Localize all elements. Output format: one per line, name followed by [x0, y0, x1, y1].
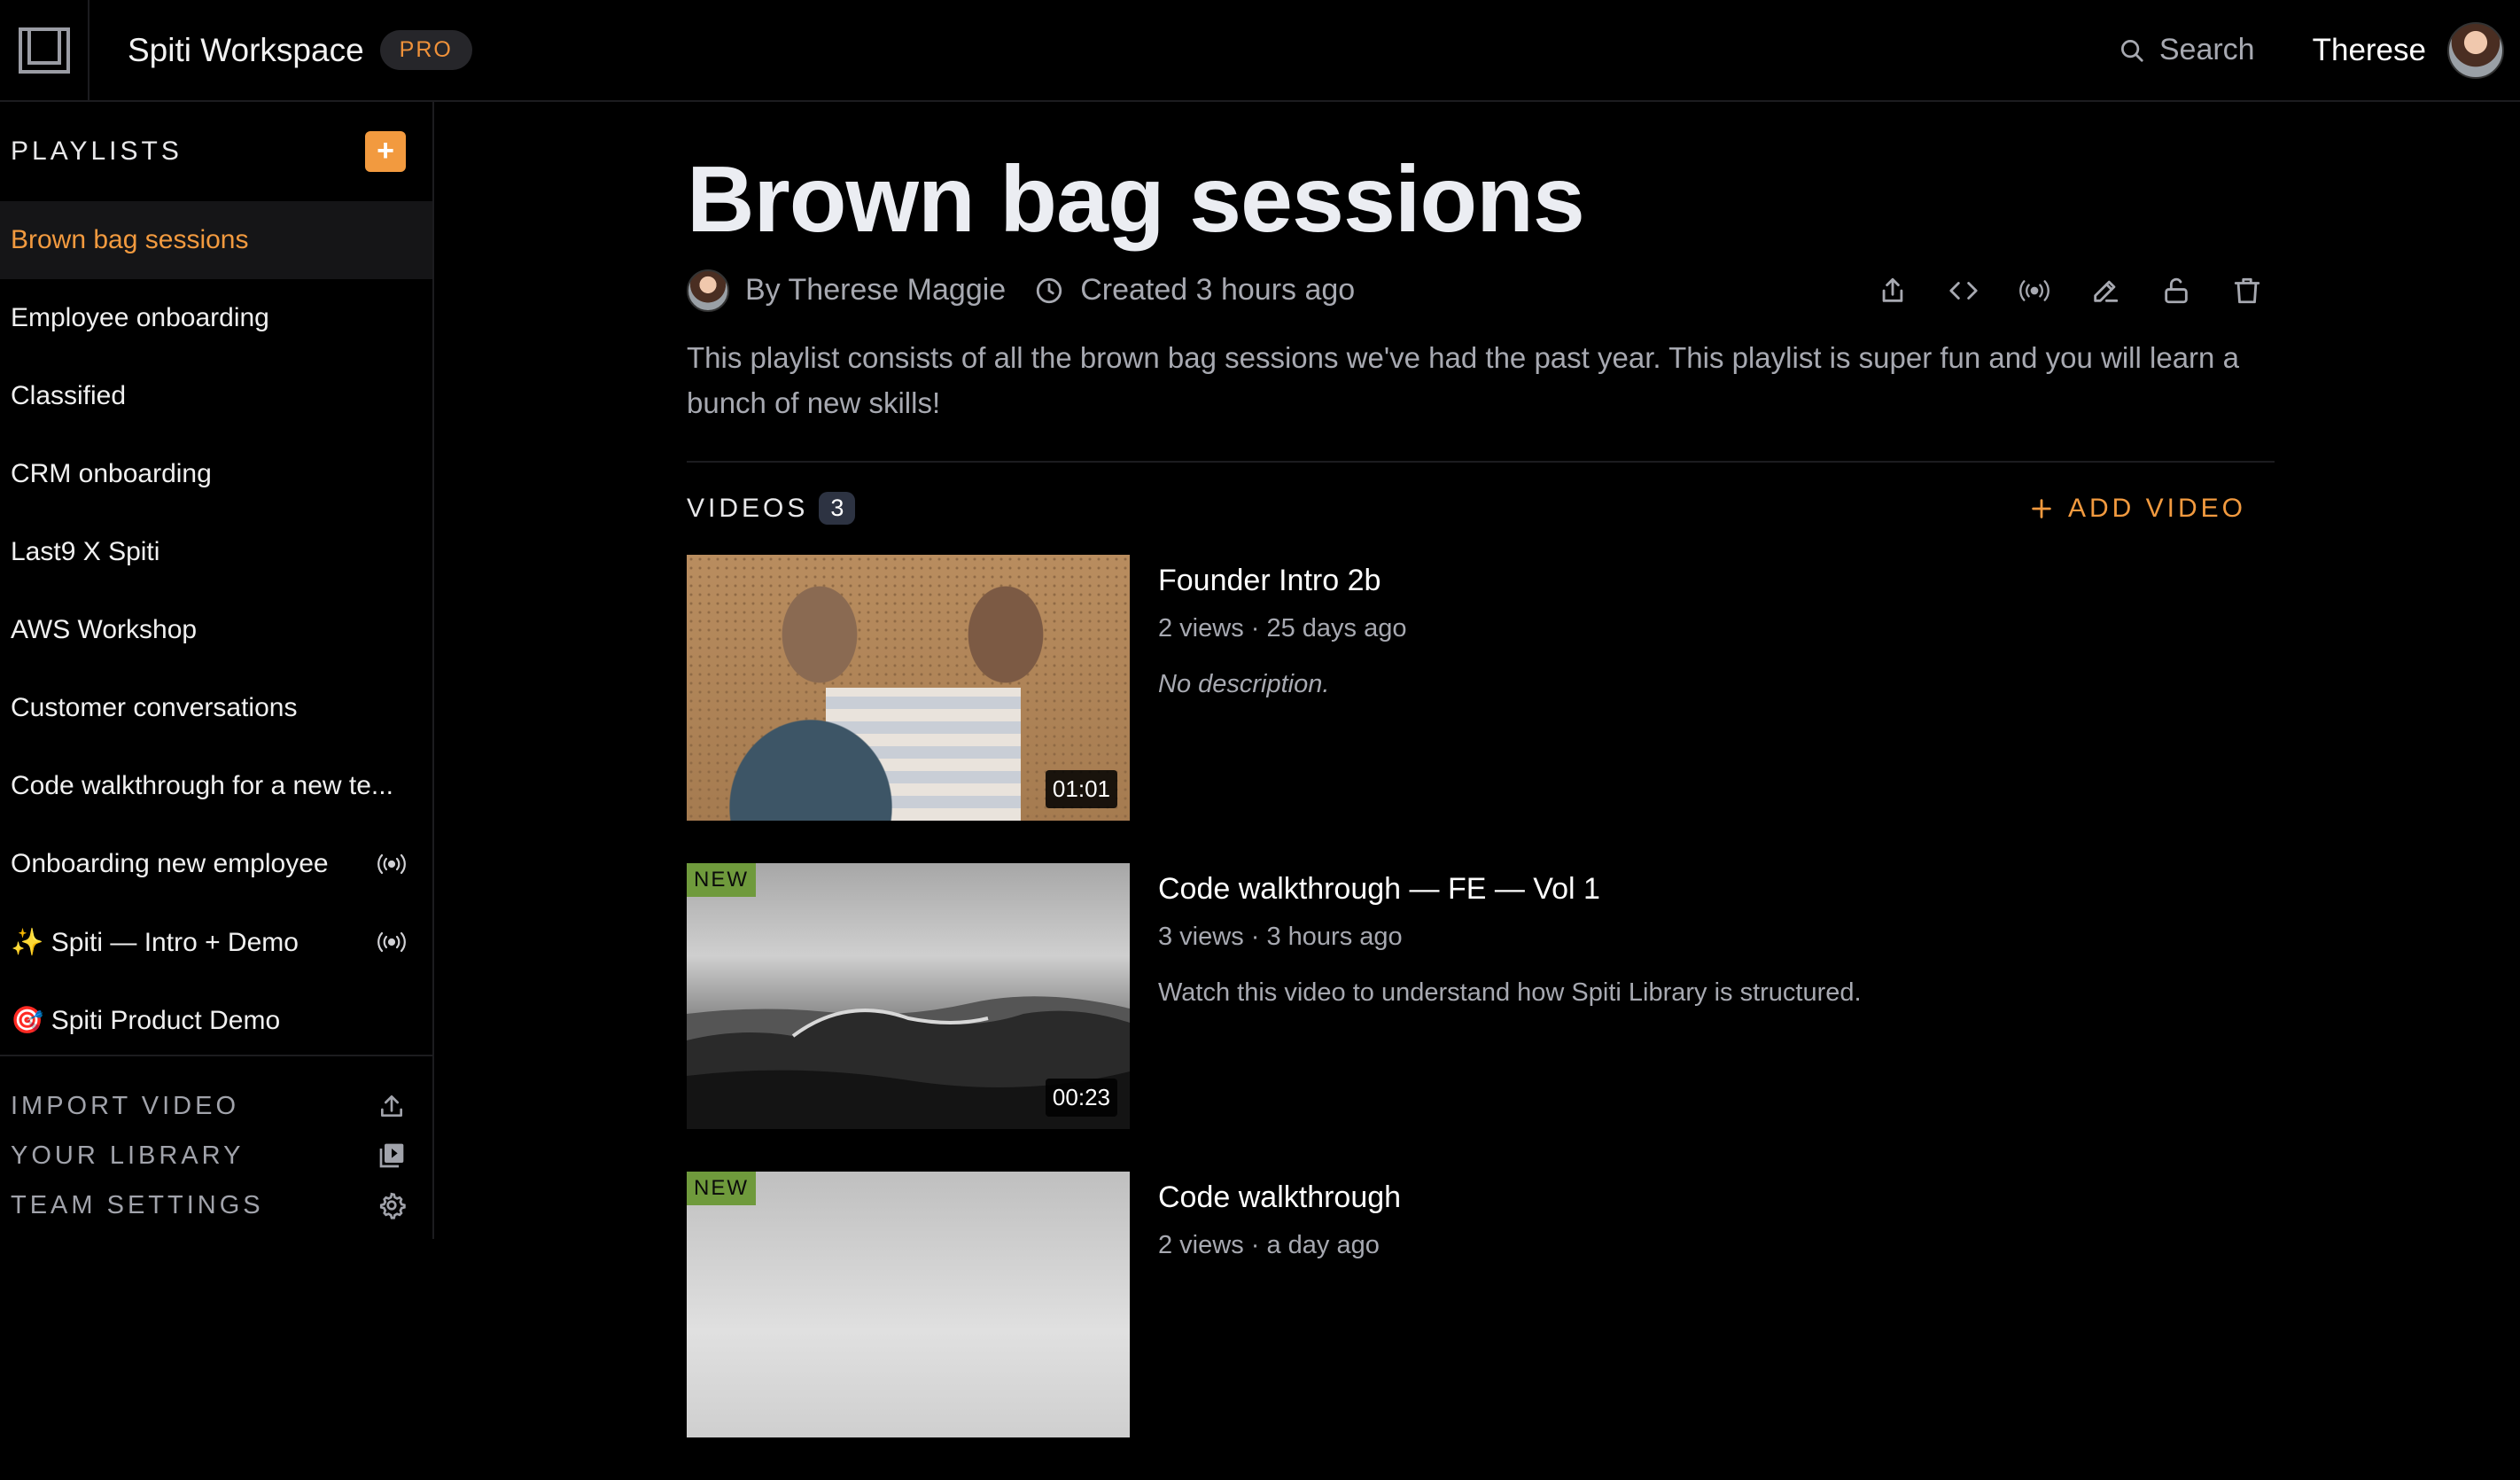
playlist-item[interactable]: AWS Workshop [0, 591, 432, 669]
playlists-heading: PLAYLISTS [11, 136, 183, 166]
search-icon [2120, 39, 2143, 62]
playlist-item[interactable]: Code walkthrough for a new te... [0, 747, 432, 825]
playlist-item-label: Employee onboarding [11, 303, 269, 332]
add-video-label: ADD VIDEO [2067, 493, 2246, 523]
playlist-item-label: Customer conversations [11, 693, 298, 722]
new-badge: NEW [687, 1171, 756, 1205]
playlist-item[interactable]: Last9 X Spiti [0, 513, 432, 591]
user-name[interactable]: Therese [2313, 33, 2426, 68]
playlist-item[interactable]: ✨ Spiti — Intro + Demo [0, 903, 432, 981]
video-row[interactable]: NEW 00:23 Code walkthrough — FE — Vol 1 … [687, 862, 2275, 1129]
playlist-item-label: Onboarding new employee [11, 849, 329, 878]
video-meta: 3 views · 3 hours ago [1158, 922, 1403, 951]
upload-icon [381, 1095, 402, 1117]
gear-icon [379, 1192, 406, 1219]
author-label: By Therese Maggie [745, 273, 1007, 308]
playlist-item[interactable]: Customer conversations [0, 669, 432, 747]
playlist-item[interactable]: Classified [0, 357, 432, 435]
video-duration: 01:01 [1045, 769, 1117, 808]
playlist-description: This playlist consists of all the brown … [687, 340, 2239, 419]
team-settings-button[interactable]: TEAM SETTINGS [0, 1180, 432, 1230]
live-broadcast-icon [377, 853, 406, 875]
video-duration: 00:23 [1045, 1078, 1117, 1117]
new-badge: NEW [687, 862, 756, 897]
video-row[interactable]: NEW Code walkthrough 2 views · a day ago [687, 1171, 2275, 1437]
page-title: Brown bag sessions [687, 147, 1585, 252]
library-icon [379, 1143, 404, 1168]
your-library-button[interactable]: YOUR LIBRARY [0, 1131, 432, 1180]
trash-icon[interactable] [2232, 276, 2262, 306]
playlist-item-label: Last9 X Spiti [11, 537, 160, 566]
search-button[interactable]: Search [2119, 33, 2255, 67]
playlist-item-label: Classified [11, 381, 127, 410]
playlist-item[interactable]: Employee onboarding [0, 279, 432, 357]
add-video-button[interactable]: ADD VIDEO [2029, 494, 2246, 524]
live-broadcast-icon [377, 931, 406, 953]
video-row[interactable]: 01:01 Founder Intro 2b 2 views · 25 days… [687, 554, 2275, 821]
videos-heading: VIDEOS [687, 493, 809, 523]
playlist-item-label: Brown bag sessions [11, 225, 249, 254]
playlist-meta: By Therese Maggie Created 3 hours ago [687, 266, 2275, 315]
sidebar: PLAYLISTS + Brown bag sessions Employee … [0, 102, 434, 1239]
playlist-item[interactable]: Brown bag sessions [0, 201, 432, 279]
video-description: Watch this video to understand how Spiti… [1158, 978, 1862, 1007]
add-playlist-button[interactable]: + [365, 131, 406, 172]
playlist-item[interactable]: Onboarding new employee [0, 825, 432, 903]
video-description: No description. [1158, 669, 1330, 698]
playlist-item[interactable]: 🎯 Spiti Product Demo [0, 981, 432, 1059]
unlock-icon[interactable] [2161, 276, 2191, 306]
team-settings-label: TEAM SETTINGS [11, 1190, 264, 1219]
workspace-name[interactable]: Spiti Workspace [128, 32, 364, 69]
video-title[interactable]: Code walkthrough — FE — Vol 1 [1158, 872, 1862, 907]
edit-icon[interactable] [2090, 276, 2120, 306]
created-label: Created 3 hours ago [1080, 273, 1356, 308]
playlists-header: PLAYLISTS + [0, 102, 432, 201]
video-thumbnail[interactable]: 01:01 [687, 554, 1130, 821]
your-library-label: YOUR LIBRARY [11, 1141, 245, 1170]
playlist-item-label: 🎯 Spiti Product Demo [11, 1005, 281, 1035]
clock-icon [1037, 277, 1062, 303]
video-thumbnail[interactable]: NEW [687, 1171, 1130, 1437]
search-label: Search [2158, 33, 2255, 66]
embed-code-icon[interactable] [1948, 276, 1979, 306]
plus-icon [2032, 498, 2051, 518]
playlist-detail: Brown bag sessions By Therese Maggie Cre… [687, 102, 2275, 1480]
import-video-label: IMPORT VIDEO [11, 1091, 240, 1120]
sidebar-footer: IMPORT VIDEO YOUR LIBRARY TEAM SETTINGS [0, 1055, 432, 1239]
videos-header: VIDEOS 3 ADD VIDEO [687, 463, 2275, 555]
app-logo[interactable] [0, 0, 89, 101]
video-meta: 2 views · 25 days ago [1158, 613, 1407, 643]
import-video-button[interactable]: IMPORT VIDEO [0, 1081, 432, 1131]
broadcast-icon[interactable] [2019, 276, 2049, 306]
share-icon[interactable] [1878, 276, 1908, 306]
top-bar: Spiti Workspace PRO Search Therese [0, 0, 2520, 102]
video-title[interactable]: Founder Intro 2b [1158, 564, 1406, 598]
playlist-actions [1878, 276, 2262, 306]
playlist-item-label: AWS Workshop [11, 615, 198, 644]
author-avatar [687, 269, 729, 312]
plan-badge: PRO [379, 30, 472, 70]
video-thumbnail[interactable]: NEW 00:23 [687, 862, 1130, 1129]
playlist-list: Brown bag sessions Employee onboarding C… [0, 201, 432, 1059]
playlist-item-label: Code walkthrough for a new te... [11, 771, 393, 800]
videos-count-badge: 3 [819, 492, 856, 526]
video-meta: 2 views · a day ago [1158, 1230, 1380, 1259]
logo-icon [18, 27, 70, 74]
playlist-item-label: ✨ Spiti — Intro + Demo [11, 927, 299, 957]
video-title[interactable]: Code walkthrough [1158, 1180, 1401, 1215]
playlist-item-label: CRM onboarding [11, 459, 212, 488]
avatar[interactable] [2447, 21, 2504, 79]
playlist-item[interactable]: CRM onboarding [0, 435, 432, 513]
